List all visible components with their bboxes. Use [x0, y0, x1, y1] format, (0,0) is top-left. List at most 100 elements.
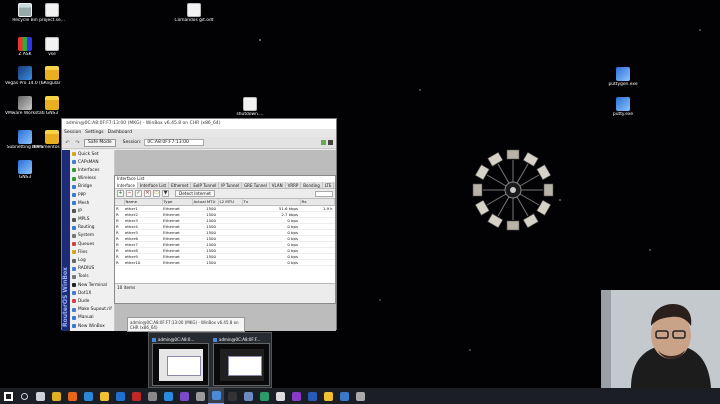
find-input[interactable]: [315, 190, 333, 197]
folder-icon: [45, 96, 59, 110]
taskbar-button[interactable]: [224, 388, 240, 404]
nav-item[interactable]: PPP: [70, 191, 114, 199]
station-module: [506, 220, 520, 231]
filter-icon[interactable]: ▼: [162, 190, 169, 197]
nav-item[interactable]: Make Supout.rif: [70, 306, 114, 314]
undo-icon[interactable]: ↶: [64, 139, 71, 146]
taskbar-button[interactable]: [0, 388, 16, 404]
menu-settings[interactable]: Settings: [85, 129, 103, 137]
nav-item[interactable]: Dot1X: [70, 289, 114, 297]
desktop-shortcut[interactable]: project.se...: [32, 3, 72, 23]
desktop-shortcut[interactable]: GNS3: [32, 96, 72, 116]
taskbar: [0, 388, 720, 404]
menu-dashboard[interactable]: Dashboard: [108, 129, 132, 137]
disable-button[interactable]: ✕: [144, 190, 151, 197]
nav-label: Dot1X: [78, 290, 92, 296]
taskbar-button[interactable]: [96, 388, 112, 404]
remove-button[interactable]: −: [126, 190, 133, 197]
nav-item[interactable]: Files: [70, 248, 114, 256]
tab[interactable]: Interface List: [138, 182, 170, 188]
taskbar-button[interactable]: [32, 388, 48, 404]
taskbar-button[interactable]: [272, 388, 288, 404]
nav-item[interactable]: Queues: [70, 240, 114, 248]
nav-label: PPP: [78, 192, 86, 198]
nav-icon: [72, 184, 76, 189]
interface-list-window[interactable]: Interface List Interface Interface List Et…: [114, 175, 336, 304]
taskbar-button[interactable]: [208, 388, 224, 404]
safe-mode-button[interactable]: Safe Mode: [84, 138, 116, 147]
detect-internet-button[interactable]: Detect Internet: [175, 190, 215, 197]
tab[interactable]: Ethernet: [169, 182, 192, 188]
nav-item[interactable]: Bridge: [70, 183, 114, 191]
brand-label: RouterOS WinBox: [62, 267, 69, 327]
tab[interactable]: GRE Tunnel: [242, 182, 270, 188]
nav-item[interactable]: Quick Set: [70, 150, 114, 158]
nav-item[interactable]: Dude: [70, 297, 114, 305]
tab[interactable]: LTE: [323, 182, 335, 188]
taskbar-button[interactable]: [112, 388, 128, 404]
taskbar-button[interactable]: [80, 388, 96, 404]
tab[interactable]: Bonding: [301, 182, 323, 188]
nav-label: Interfaces: [78, 167, 100, 173]
nav-item[interactable]: CAPsMAN: [70, 158, 114, 166]
nav-label: IP: [78, 208, 82, 214]
nav-item[interactable]: IP: [70, 207, 114, 215]
desktop-shortcut[interactable]: putty.exe: [603, 97, 643, 117]
taskbar-button[interactable]: [304, 388, 320, 404]
taskbar-button[interactable]: [240, 388, 256, 404]
taskbar-button[interactable]: [128, 388, 144, 404]
taskbar-button[interactable]: [288, 388, 304, 404]
tab[interactable]: EoIP Tunnel: [191, 182, 220, 188]
add-button[interactable]: +: [117, 190, 124, 197]
station-module: [474, 164, 490, 181]
desktop-shortcut[interactable]: Comandos git.odt: [174, 3, 214, 23]
desktop-shortcut[interactable]: shutdown....: [230, 97, 270, 117]
desktop-shortcut[interactable]: vse: [32, 37, 72, 57]
nav-item[interactable]: Wireless: [70, 175, 114, 183]
nav-item[interactable]: Routing: [70, 224, 114, 232]
taskbar-button[interactable]: [352, 388, 368, 404]
taskbar-button[interactable]: [176, 388, 192, 404]
taskbar-button[interactable]: [64, 388, 80, 404]
tab[interactable]: VRRP: [286, 182, 302, 188]
nav-item[interactable]: RADIUS: [70, 265, 114, 273]
taskbar-button[interactable]: [144, 388, 160, 404]
nav-label: New Terminal: [78, 282, 107, 288]
redo-icon[interactable]: ↷: [74, 139, 81, 146]
taskbar-button[interactable]: [160, 388, 176, 404]
desktop-shortcut[interactable]: puttygen.exe: [603, 67, 643, 87]
nav-item[interactable]: New WinBox: [70, 322, 114, 330]
menu-session[interactable]: Session: [64, 129, 81, 137]
desktop-shortcut[interactable]: Angular: [32, 66, 72, 86]
taskbar-button[interactable]: [256, 388, 272, 404]
thumbnail-window-2[interactable]: admin@0C:A8:0F:F...: [213, 336, 270, 386]
station-module: [543, 183, 554, 197]
taskbar-button[interactable]: [16, 388, 32, 404]
nav-item[interactable]: Interfaces: [70, 166, 114, 174]
nav-item[interactable]: New Terminal: [70, 281, 114, 289]
winbox-window[interactable]: admin@0C:A8:0F:F7:13:00 (MKG) - WinBox v…: [61, 118, 337, 331]
nav-icon: [72, 258, 76, 263]
table-row[interactable]: Rether10 Ethernet 1500 0 bps: [115, 259, 335, 266]
tab[interactable]: VLAN: [270, 182, 286, 188]
onenote-icon: [291, 391, 301, 401]
nav-item[interactable]: Mesh: [70, 199, 114, 207]
tab[interactable]: Interface: [115, 182, 138, 188]
nav-icon: [72, 299, 76, 304]
file-explorer-icon: [99, 391, 109, 401]
nav-item[interactable]: Manual: [70, 314, 114, 322]
taskbar-button[interactable]: [192, 388, 208, 404]
tab[interactable]: IP Tunnel: [219, 182, 243, 188]
taskbar-button[interactable]: [320, 388, 336, 404]
nav-item[interactable]: Tools: [70, 273, 114, 281]
taskbar-button[interactable]: [48, 388, 64, 404]
comment-button[interactable]: ▭: [153, 190, 160, 197]
desktop-shortcut[interactable]: GNS3: [5, 160, 45, 180]
col-actual-mtu[interactable]: Actual MTU: [192, 199, 219, 206]
enable-button[interactable]: ✓: [135, 190, 142, 197]
nav-item[interactable]: MPLS: [70, 216, 114, 224]
nav-item[interactable]: Log: [70, 256, 114, 264]
thumbnail-window-1[interactable]: admin@0C:A8:0...: [152, 336, 209, 386]
taskbar-button[interactable]: [336, 388, 352, 404]
nav-item[interactable]: System: [70, 232, 114, 240]
